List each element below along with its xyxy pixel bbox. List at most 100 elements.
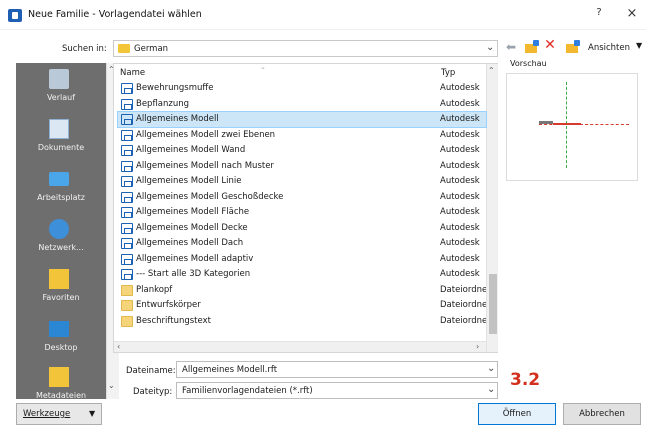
chevron-down-icon[interactable]: ⌄ — [486, 42, 494, 53]
file-name: Bepflanzung — [136, 98, 190, 109]
up-folder-icon[interactable] — [565, 40, 580, 56]
place-history[interactable]: Verlauf — [16, 63, 106, 119]
file-row[interactable]: Allgemeines Modell Wand Autodesk — [118, 143, 486, 158]
file-row[interactable]: Bepflanzung Autodesk — [118, 97, 486, 112]
file-name: Allgemeines Modell — [136, 114, 219, 124]
place-documents[interactable]: Dokumente — [16, 113, 106, 169]
place-label: Desktop — [44, 343, 78, 352]
place-library[interactable]: Metadateien — [16, 361, 106, 399]
file-row[interactable]: --- Start alle 3D Kategorien Autodesk — [118, 267, 486, 282]
family-template-icon — [121, 238, 133, 249]
documents-icon — [49, 119, 69, 139]
open-button[interactable]: Öffnen — [478, 403, 556, 425]
help-button[interactable]: ? — [592, 7, 606, 23]
file-row[interactable]: Beschriftungstext Dateiordne — [118, 314, 486, 329]
scroll-down-icon[interactable]: ⌄ — [108, 381, 115, 390]
window-title: Neue Familie - Vorlagendatei wählen — [28, 9, 202, 20]
step-annotation: 3.2 — [510, 370, 541, 390]
filetype-value: Familienvorlagendateien (*.rft) — [182, 386, 313, 396]
close-button[interactable]: × — [624, 6, 640, 22]
place-label: Arbeitsplatz — [37, 193, 85, 202]
file-row[interactable]: Allgemeines Modell zwei Ebenen Autodesk — [118, 128, 486, 143]
scroll-thumb[interactable] — [489, 274, 497, 334]
file-type: Autodesk — [440, 176, 480, 186]
file-type: Autodesk — [440, 253, 480, 264]
file-row[interactable]: Allgemeines Modell Geschoßdecke Autodesk — [118, 190, 486, 205]
filetype-select[interactable]: Familienvorlagendateien (*.rft) ⌄ — [176, 382, 498, 399]
horizontal-scrollbar[interactable]: ‹ › — [114, 341, 486, 352]
file-row[interactable]: Allgemeines Modell Autodesk — [117, 111, 487, 128]
folder-icon — [121, 315, 133, 327]
chevron-down-icon[interactable]: ⌄ — [487, 363, 495, 374]
history-icon — [49, 69, 69, 89]
family-template-icon — [121, 114, 133, 125]
file-type: Autodesk — [440, 145, 480, 155]
file-name: Allgemeines Modell Dach — [136, 238, 244, 248]
filename-input[interactable] — [176, 361, 498, 378]
scroll-right-icon[interactable]: › — [476, 342, 479, 351]
preview-geometry — [539, 121, 553, 124]
lookin-dropdown[interactable]: German ⌄ — [113, 40, 498, 57]
file-row[interactable]: Allgemeines Modell Decke Autodesk — [118, 221, 486, 236]
column-header-name[interactable]: Name — [120, 68, 145, 78]
file-type: Autodesk — [440, 83, 480, 93]
family-template-icon — [121, 98, 133, 110]
place-label: Verlauf — [46, 93, 76, 102]
file-row[interactable]: Allgemeines Modell adaptiv Autodesk — [118, 252, 486, 267]
folder-icon — [121, 284, 133, 296]
revit-app-icon — [8, 9, 22, 22]
star-icon — [533, 40, 539, 46]
preview-pane — [506, 73, 638, 181]
family-template-icon — [121, 145, 133, 156]
file-list[interactable]: ⌄ Name Typ ⌃ ‹ › Bewehrungsmuffe Autodesk… — [113, 63, 498, 353]
vertical-scrollbar[interactable]: ⌃ — [486, 64, 498, 352]
file-name: Allgemeines Modell Decke — [136, 222, 248, 233]
file-row[interactable]: Plankopf Dateiordne — [118, 283, 486, 298]
file-type: Autodesk — [440, 98, 480, 109]
file-row[interactable]: Allgemeines Modell Fläche Autodesk — [118, 205, 486, 220]
chevron-down-icon[interactable]: ⌄ — [487, 384, 495, 395]
file-row[interactable]: Allgemeines Modell Linie Autodesk — [118, 174, 486, 189]
new-folder-icon[interactable] — [524, 40, 539, 56]
file-name: Allgemeines Modell zwei Ebenen — [136, 129, 276, 140]
column-header-type[interactable]: Typ — [441, 68, 455, 78]
file-name: Allgemeines Modell Linie — [136, 176, 242, 186]
scroll-up-icon[interactable]: ⌃ — [488, 66, 495, 75]
cancel-button[interactable]: Abbrechen — [563, 403, 641, 425]
file-type: Autodesk — [440, 222, 480, 233]
family-template-icon — [121, 269, 133, 280]
filetype-label: Dateityp: — [133, 387, 173, 397]
lookin-label: Suchen in: — [62, 44, 107, 54]
tools-button[interactable]: Werkzeuge ▼ — [16, 403, 102, 425]
file-row[interactable]: Allgemeines Modell nach Muster Autodesk — [118, 159, 486, 174]
views-menu[interactable]: Ansichten — [588, 43, 630, 53]
back-arrow-icon[interactable]: ⬅ — [504, 40, 518, 56]
library-icon — [49, 367, 69, 387]
file-type: Autodesk — [440, 160, 480, 171]
file-name: Entwurfskörper — [136, 300, 201, 310]
file-row[interactable]: Bewehrungsmuffe Autodesk — [118, 81, 486, 96]
file-row[interactable]: Allgemeines Modell Dach Autodesk — [118, 236, 486, 251]
family-template-icon — [121, 191, 133, 203]
lookin-value: German — [134, 44, 169, 54]
filename-label: Dateiname: — [126, 366, 176, 376]
scroll-left-icon[interactable]: ‹ — [117, 342, 120, 351]
preview-reference-line — [566, 82, 567, 168]
place-label: Favoriten — [42, 293, 80, 302]
place-computer[interactable]: Arbeitsplatz — [16, 163, 106, 219]
arrow-icon — [574, 40, 580, 46]
places-bar: Verlauf Dokumente Arbeitsplatz Netzwerk.… — [16, 63, 119, 399]
file-type: Dateiordne — [440, 284, 486, 295]
tools-label: Werkzeuge — [23, 409, 71, 419]
place-favorites[interactable]: Favoriten — [16, 263, 106, 319]
family-template-icon — [121, 222, 133, 234]
caret-down-icon[interactable]: ▼ — [636, 41, 642, 50]
file-type: Autodesk — [440, 207, 480, 217]
file-row[interactable]: Entwurfskörper Dateiordne — [118, 298, 486, 313]
file-name: Allgemeines Modell nach Muster — [136, 160, 274, 171]
file-type: Autodesk — [440, 129, 480, 140]
place-network[interactable]: Netzwerk... — [16, 213, 106, 269]
delete-icon[interactable]: ✕ — [543, 37, 557, 53]
family-template-icon — [121, 160, 133, 172]
sort-indicator-icon: ⌄ — [260, 63, 266, 71]
